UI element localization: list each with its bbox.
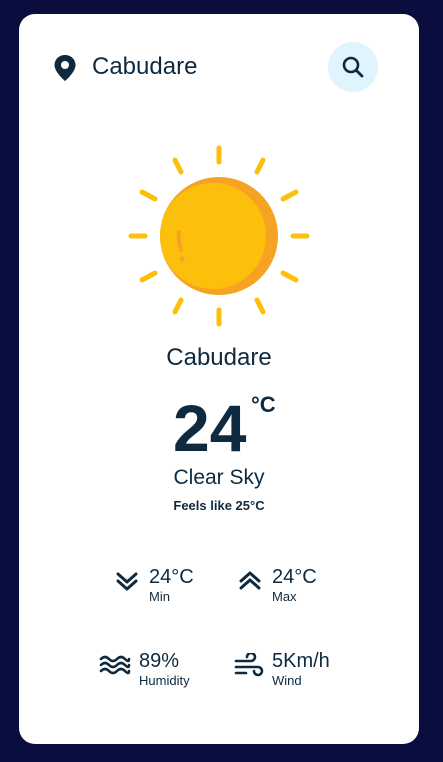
stat-wind-value: 5Km/h <box>272 650 330 672</box>
sun-icon <box>125 142 313 330</box>
header-city-name: Cabudare <box>92 53 198 80</box>
stat-min: 24°C Min <box>115 565 225 615</box>
weather-condition: Clear Sky <box>173 466 265 489</box>
search-button[interactable] <box>328 42 378 92</box>
wind-icon <box>234 651 264 684</box>
stat-wind: 5Km/h Wind <box>234 649 359 699</box>
temperature-display: 24 °C <box>19 392 419 472</box>
double-chevron-down-icon <box>115 569 139 598</box>
stat-min-label: Min <box>149 589 170 604</box>
stat-max-label: Max <box>272 589 297 604</box>
stat-min-value: 24°C <box>149 566 194 588</box>
stat-humidity-label: Humidity <box>139 673 190 688</box>
stat-wind-label: Wind <box>272 673 302 688</box>
double-chevron-up-icon <box>238 569 262 598</box>
stat-max: 24°C Max <box>238 565 348 615</box>
temperature-unit: °C <box>251 392 276 417</box>
weather-card: Cabudare Cabudare 24 °C Clear Sky Feels … <box>19 14 419 744</box>
stat-max-value: 24°C <box>272 566 317 588</box>
temperature-value: 24 <box>173 391 247 465</box>
location-pin-icon <box>53 54 77 82</box>
header: Cabudare <box>19 14 419 120</box>
humidity-waves-icon <box>99 653 131 682</box>
stat-humidity: 89% Humidity <box>99 649 219 699</box>
stat-humidity-value: 89% <box>139 650 180 672</box>
feels-like: Feels like 25°C <box>173 498 265 513</box>
city-name: Cabudare <box>166 344 272 371</box>
